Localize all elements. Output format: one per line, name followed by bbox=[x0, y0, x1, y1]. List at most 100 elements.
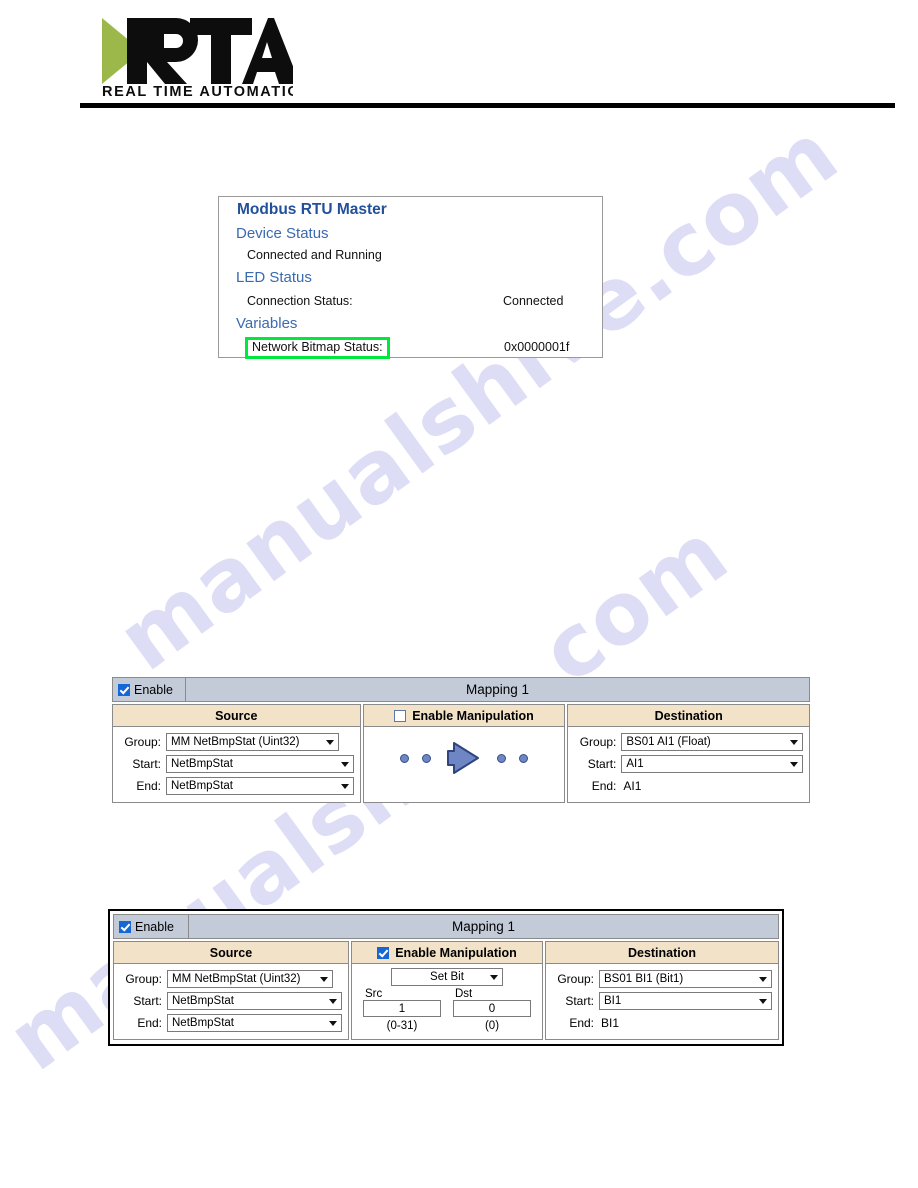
mapping2-dst-block: Dst 0 (0) bbox=[453, 988, 531, 1032]
rta-logo-icon: REAL TIME AUTOMATION bbox=[102, 18, 293, 98]
mapping1-source-column: Source Group: MM NetBmpStat (Uint32) Sta… bbox=[112, 704, 361, 803]
mapping1-title-row: Enable Mapping 1 bbox=[112, 677, 810, 702]
chevron-down-icon bbox=[340, 762, 349, 767]
mapping2-manipulation-column: Enable Manipulation Set Bit Src 1 (0-31) bbox=[351, 941, 543, 1040]
flow-dot-icon bbox=[496, 753, 506, 763]
mapping2-source-group-value: MM NetBmpStat (Uint32) bbox=[172, 973, 301, 985]
panel-title: Modbus RTU Master bbox=[237, 201, 387, 218]
mapping2-destination-column: Destination Group: BS01 BI1 (Bit1) Start… bbox=[545, 941, 779, 1040]
chevron-down-icon bbox=[789, 762, 798, 767]
connection-status-value: Connected bbox=[503, 294, 564, 308]
mapping1-manipulation-header[interactable]: Enable Manipulation bbox=[363, 705, 565, 727]
chevron-down-icon bbox=[490, 975, 498, 980]
page-header: REAL TIME AUTOMATION bbox=[0, 0, 918, 120]
logo-tagline-text: REAL TIME AUTOMATION bbox=[102, 84, 293, 98]
mapping2-destination-start-select[interactable]: BI1 bbox=[599, 992, 772, 1010]
flow-dot-icon bbox=[518, 753, 528, 763]
mapping1-manipulation-column: Enable Manipulation bbox=[362, 704, 566, 803]
mapping2-destination-group-value: BS01 BI1 (Bit1) bbox=[604, 973, 684, 985]
chevron-down-icon bbox=[759, 977, 767, 982]
mapping1-destination-group-select[interactable]: BS01 AI1 (Float) bbox=[621, 733, 803, 751]
mapping2-source-column: Source Group: MM NetBmpStat (Uint32) Sta… bbox=[113, 941, 349, 1040]
mapping1-destination-end-label: End: bbox=[591, 779, 617, 793]
watermark-text: manualshive.com bbox=[100, 103, 857, 691]
chevron-down-icon bbox=[759, 999, 767, 1004]
mapping1-source-start-label: Start: bbox=[132, 757, 161, 771]
mapping-table-1: Enable Mapping 1 Source Group: MM NetBmp… bbox=[112, 677, 810, 803]
network-bitmap-status-value: 0x0000001f bbox=[504, 340, 570, 354]
mapping1-destination-start-select[interactable]: AI1 bbox=[621, 755, 803, 773]
mapping2-dst-label: Dst bbox=[455, 988, 473, 1000]
mapping2-columns: Source Group: MM NetBmpStat (Uint32) Sta… bbox=[113, 941, 779, 1040]
mapping2-source-header: Source bbox=[114, 942, 348, 964]
mapping1-destination-end-row: End: AI1 bbox=[574, 776, 803, 796]
mapping1-source-end-value: NetBmpStat bbox=[171, 780, 233, 792]
mapping1-destination-header: Destination bbox=[568, 705, 809, 727]
rta-logo: REAL TIME AUTOMATION bbox=[98, 16, 293, 98]
mapping1-destination-start-value: AI1 bbox=[626, 758, 644, 770]
device-status-panel: Modbus RTU Master Device Status Connecte… bbox=[218, 196, 603, 359]
mapping2-source-end-row: End: NetBmpStat bbox=[120, 1013, 342, 1033]
mapping1-destination-group-row: Group: BS01 AI1 (Float) bbox=[574, 732, 803, 752]
mapping2-manipulation-header[interactable]: Enable Manipulation bbox=[352, 942, 542, 964]
mapping2-destination-group-label: Group: bbox=[557, 972, 594, 986]
chevron-down-icon bbox=[329, 999, 337, 1004]
mapping1-source-group-label: Group: bbox=[124, 735, 161, 749]
mapping1-destination-start-row: Start: AI1 bbox=[574, 754, 803, 774]
mapping1-source-start-row: Start: NetBmpStat bbox=[119, 754, 354, 774]
mapping2-src-input[interactable]: 1 bbox=[363, 1000, 441, 1017]
flow-dot-icon bbox=[421, 753, 431, 763]
chevron-down-icon bbox=[329, 1021, 337, 1026]
mapping2-src-label: Src bbox=[365, 988, 383, 1000]
right-arrow-icon bbox=[446, 742, 479, 774]
mapping2-enable-label: Enable bbox=[135, 919, 174, 934]
mapping1-destination-group-value: BS01 AI1 (Float) bbox=[626, 736, 711, 748]
mapping2-destination-end-row: End: BI1 bbox=[552, 1013, 772, 1033]
mapping2-source-end-label: End: bbox=[137, 1016, 162, 1030]
mapping1-source-start-value: NetBmpStat bbox=[171, 758, 233, 770]
mapping2-destination-header: Destination bbox=[546, 942, 778, 964]
device-status-value: Connected and Running bbox=[247, 248, 382, 262]
mapping2-src-block: Src 1 (0-31) bbox=[363, 988, 441, 1032]
mapping2-title: Mapping 1 bbox=[189, 914, 779, 939]
mapping1-enable-cell[interactable]: Enable bbox=[112, 677, 186, 702]
mapping1-manipulation-checkbox[interactable] bbox=[394, 709, 407, 722]
chevron-down-icon bbox=[320, 977, 328, 982]
mapping2-src-value: 1 bbox=[398, 1002, 406, 1015]
mapping1-source-header: Source bbox=[113, 705, 360, 727]
mapping2-source-end-value: NetBmpStat bbox=[172, 1017, 234, 1029]
mapping1-destination-group-label: Group: bbox=[579, 735, 617, 749]
mapping2-manipulation-checkbox[interactable] bbox=[377, 946, 390, 959]
device-status-heading: Device Status bbox=[236, 225, 329, 242]
header-divider bbox=[80, 103, 895, 108]
mapping2-source-start-select[interactable]: NetBmpStat bbox=[167, 992, 342, 1010]
mapping2-source-start-row: Start: NetBmpStat bbox=[120, 991, 342, 1011]
mapping2-enable-checkbox[interactable] bbox=[119, 920, 131, 933]
connection-status-label: Connection Status: bbox=[247, 294, 353, 308]
mapping2-dst-input[interactable]: 0 bbox=[453, 1000, 531, 1017]
mapping2-source-group-select[interactable]: MM NetBmpStat (Uint32) bbox=[167, 970, 333, 988]
mapping2-source-end-select[interactable]: NetBmpStat bbox=[167, 1014, 342, 1032]
mapping2-destination-start-row: Start: BI1 bbox=[552, 991, 772, 1011]
mapping1-manipulation-label: Enable Manipulation bbox=[412, 708, 534, 723]
mapping2-operation-select[interactable]: Set Bit bbox=[391, 968, 503, 986]
chevron-down-icon bbox=[340, 784, 349, 789]
mapping1-source-end-row: End: NetBmpStat bbox=[119, 776, 354, 796]
mapping1-source-start-select[interactable]: NetBmpStat bbox=[166, 755, 354, 773]
mapping1-enable-checkbox[interactable] bbox=[118, 683, 130, 696]
mapping1-flow-indicator bbox=[364, 727, 565, 789]
mapping1-source-group-value: MM NetBmpStat (Uint32) bbox=[171, 736, 300, 748]
mapping2-title-row: Enable Mapping 1 bbox=[113, 914, 779, 939]
mapping2-destination-group-select[interactable]: BS01 BI1 (Bit1) bbox=[599, 970, 772, 988]
mapping1-source-group-select[interactable]: MM NetBmpStat (Uint32) bbox=[166, 733, 339, 751]
chevron-down-icon bbox=[789, 740, 798, 745]
led-status-heading: LED Status bbox=[236, 269, 312, 286]
mapping2-enable-cell[interactable]: Enable bbox=[113, 914, 189, 939]
mapping1-source-end-select[interactable]: NetBmpStat bbox=[166, 777, 354, 795]
mapping2-dst-range: (0) bbox=[484, 1020, 500, 1032]
mapping2-src-range: (0-31) bbox=[386, 1020, 418, 1032]
mapping1-destination-column: Destination Group: BS01 AI1 (Float) Star… bbox=[567, 704, 810, 803]
variables-heading: Variables bbox=[236, 315, 298, 332]
chevron-down-icon bbox=[326, 740, 334, 745]
mapping1-destination-end-value: AI1 bbox=[623, 779, 642, 793]
